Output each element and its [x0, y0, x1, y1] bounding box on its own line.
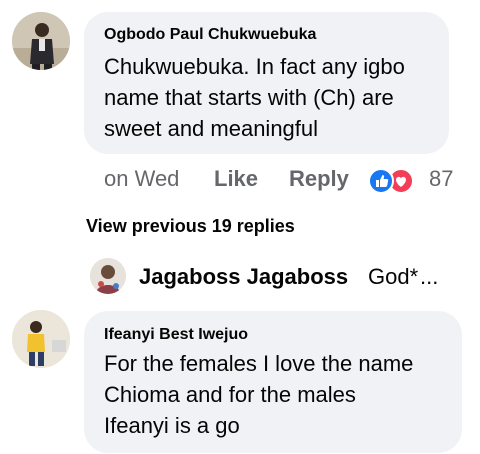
comment-line: For the females I love the name [104, 351, 414, 376]
like-reaction-icon[interactable] [368, 168, 394, 194]
comment-line: Chioma and for the males [104, 382, 356, 407]
comment-timestamp[interactable]: on Wed [104, 166, 179, 192]
like-button[interactable]: Like [214, 166, 258, 192]
comment-author-ifeanyi[interactable]: Ifeanyi Best Iwejuo [104, 326, 248, 344]
reply-button[interactable]: Reply [289, 166, 349, 192]
comment-line: Chukwuebuka. In fact any igbo [104, 54, 405, 79]
avatar-jagaboss[interactable] [90, 258, 126, 294]
avatar-ifeanyi[interactable] [12, 310, 70, 368]
comment-line: sweet and meaningful [104, 116, 319, 141]
thumbs-up-icon [376, 175, 389, 187]
comment-author-ogbodo[interactable]: Ogbodo Paul Chukwuebuka [104, 26, 316, 44]
person-photo-icon [12, 310, 70, 368]
reply-ellipsis[interactable]: ... [420, 264, 438, 290]
person-photo-icon [12, 12, 70, 70]
comment-line: name that starts with (Ch) are [104, 85, 394, 110]
reaction-count[interactable]: 87 [429, 166, 453, 192]
comment-line: Ifeanyi is a go [104, 413, 240, 438]
reply-snippet[interactable]: God* [368, 264, 418, 290]
comment-text-ogbodo: Chukwuebuka. In fact any igbo name that … [104, 51, 405, 144]
avatar-ogbodo[interactable] [12, 12, 70, 70]
person-photo-icon [90, 258, 126, 294]
view-previous-replies-link[interactable]: View previous 19 replies [86, 216, 295, 237]
comment-text-ifeanyi: For the females I love the name Chioma a… [104, 348, 413, 441]
reply-author-jagaboss[interactable]: Jagaboss Jagaboss [139, 264, 348, 290]
